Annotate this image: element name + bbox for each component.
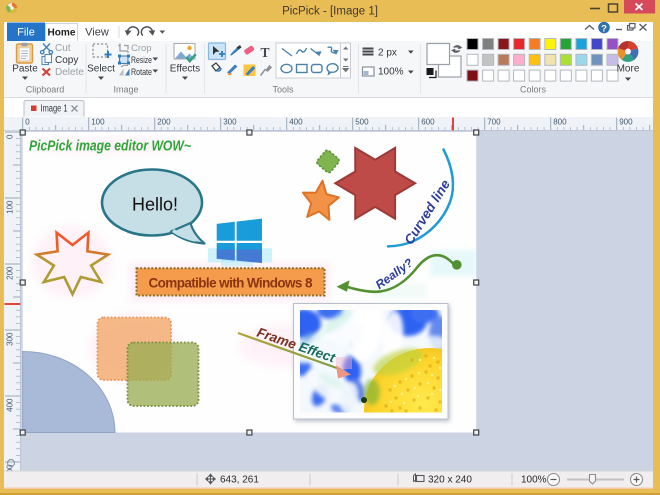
svg-text:0: 0 [6, 134, 15, 139]
svg-text:100%: 100% [378, 67, 404, 78]
svg-text:Select: Select [87, 64, 115, 75]
svg-text:500: 500 [355, 118, 369, 127]
svg-text:Delete: Delete [55, 67, 84, 78]
svg-text:Image: Image [113, 85, 138, 95]
svg-text:700: 700 [487, 118, 501, 127]
svg-text:T: T [261, 45, 270, 60]
svg-text:Crop: Crop [131, 43, 152, 54]
svg-text:0: 0 [25, 118, 30, 127]
svg-text:Compatible with Windows 8: Compatible with Windows 8 [149, 276, 313, 291]
svg-text:Rotate: Rotate [131, 67, 152, 78]
svg-text:600: 600 [421, 118, 435, 127]
svg-text:400: 400 [289, 118, 303, 127]
svg-text:Effects: Effects [170, 64, 200, 75]
svg-text:200: 200 [6, 266, 15, 280]
svg-text:Hello!: Hello! [132, 195, 178, 215]
svg-text:Cut: Cut [55, 43, 71, 54]
svg-text:800: 800 [553, 118, 567, 127]
svg-text:100: 100 [6, 200, 15, 214]
svg-text:Copy: Copy [55, 55, 78, 66]
svg-text:100%: 100% [521, 475, 547, 486]
svg-text:Home: Home [48, 27, 76, 39]
svg-text:?: ? [601, 24, 607, 35]
svg-text:More: More [617, 64, 640, 75]
svg-text:Colors: Colors [520, 85, 547, 95]
svg-text:300: 300 [223, 118, 237, 127]
svg-text:Clipboard: Clipboard [26, 85, 65, 95]
svg-text:900: 900 [619, 118, 633, 127]
svg-text:Tools: Tools [272, 85, 294, 95]
svg-text:PicPick - [Image 1]: PicPick - [Image 1] [282, 6, 378, 18]
svg-text:File: File [17, 27, 35, 39]
svg-text:300: 300 [6, 332, 15, 346]
svg-text:Resize: Resize [131, 55, 152, 66]
svg-text:100: 100 [91, 118, 105, 127]
svg-text:View: View [85, 27, 109, 39]
svg-text:2 px: 2 px [378, 48, 397, 59]
svg-text:643, 261: 643, 261 [220, 475, 259, 486]
svg-text:200: 200 [157, 118, 171, 127]
svg-text:400: 400 [6, 398, 15, 412]
svg-text:Image 1: Image 1 [41, 104, 68, 115]
svg-text:320 x 240: 320 x 240 [428, 475, 472, 486]
svg-text:Paste: Paste [12, 64, 38, 75]
svg-text:PicPick image editor WOW~: PicPick image editor WOW~ [29, 139, 191, 155]
